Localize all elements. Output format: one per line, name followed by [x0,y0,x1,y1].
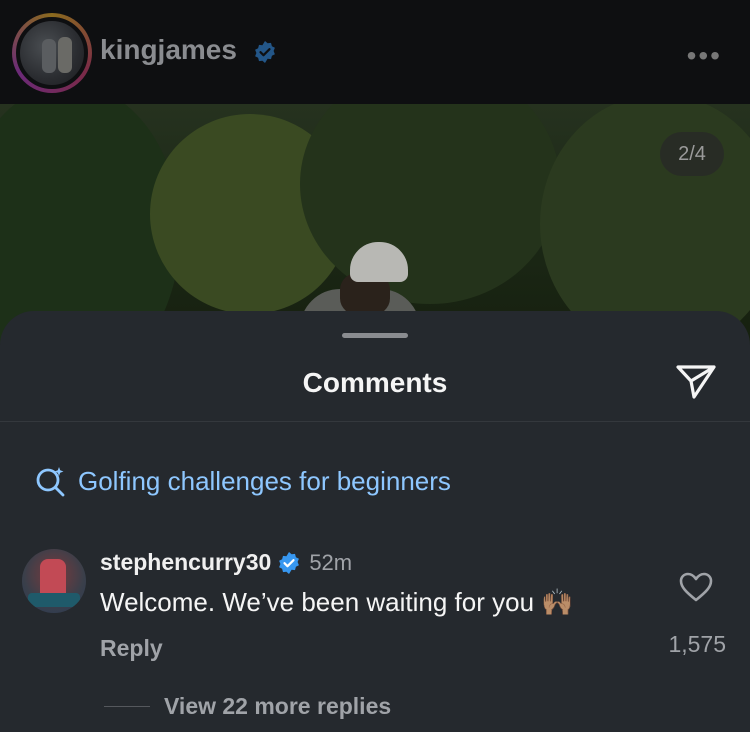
page-indicator: 2/4 [660,132,724,176]
heart-icon[interactable] [678,571,714,603]
like-count: 1,575 [668,631,726,657]
reply-button[interactable]: Reply [100,635,163,662]
post-username[interactable]: kingjames [100,34,277,66]
more-options-icon[interactable]: ••• [687,40,722,72]
reply-thread-line [104,706,150,707]
divider [0,421,750,422]
comments-title: Comments [302,367,448,398]
profile-avatar[interactable] [12,13,92,93]
view-more-replies-button[interactable]: View 22 more replies [104,693,391,720]
comment-header: stephencurry30 52m [100,549,352,576]
commenter-avatar[interactable] [22,549,86,613]
verified-badge-icon [254,40,275,63]
post-image[interactable]: 2/4 [0,104,750,344]
send-icon[interactable] [674,361,718,401]
search-suggestion-link[interactable]: Golfing challenges for beginners [34,464,451,498]
sparkle-search-icon [36,467,65,497]
tree-shape [300,104,560,304]
comment-timestamp: 52m [309,549,353,575]
search-suggestion-text: Golfing challenges for beginners [78,465,451,496]
commenter-username[interactable]: stephencurry30 [100,549,271,576]
comment-text: Welcome. We’ve been waiting for you 🙌🏽 [100,587,574,617]
comments-sheet: Comments Golfing challenges for beginner… [0,311,750,732]
view-more-replies-label: View 22 more replies [164,693,392,719]
post-header: kingjames ••• [0,0,750,104]
verified-badge-icon [279,551,300,574]
drag-handle[interactable] [342,333,408,338]
